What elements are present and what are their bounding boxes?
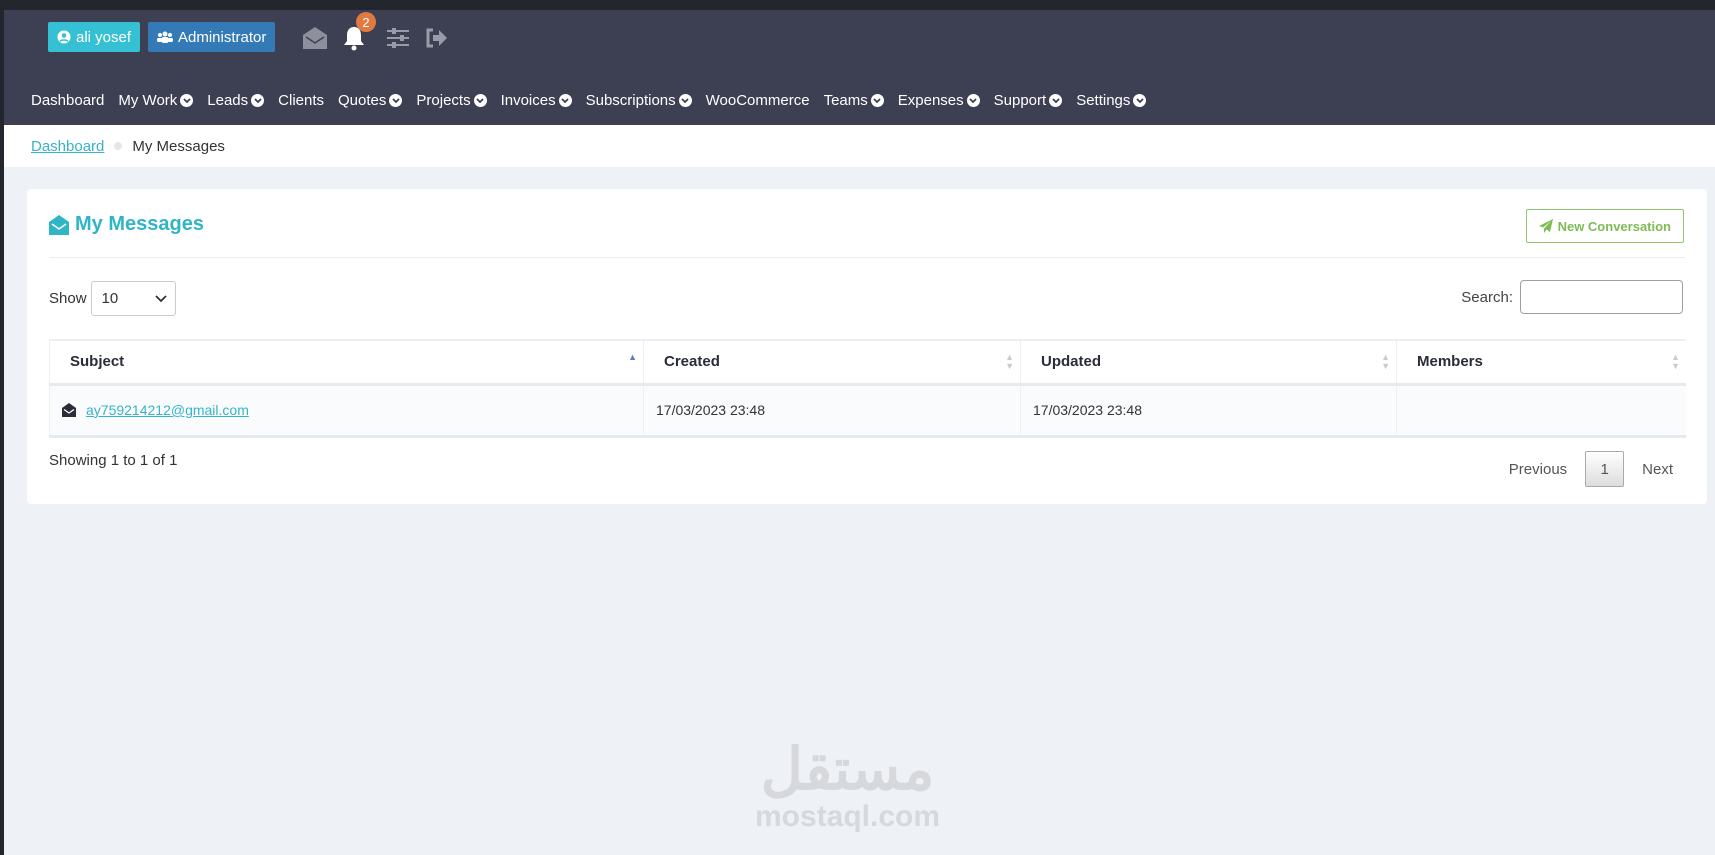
page-title: My Messages (49, 213, 204, 236)
cell-subject: ay759214212@gmail.com (49, 384, 644, 438)
top-header: ali yosef Administrator 2 Dashboard My Wo… (4, 10, 1715, 125)
column-header-updated[interactable]: Updated ▲ ▼ (1020, 339, 1397, 386)
nav-item-dashboard[interactable]: Dashboard (31, 92, 104, 109)
breadcrumb: Dashboard My Messages (4, 125, 1715, 167)
main-nav: Dashboard My Work Leads Clients Quotes Projec… (31, 92, 1147, 109)
column-label: Members (1417, 353, 1483, 371)
chevron-down-icon (678, 94, 692, 107)
user-circle-icon (57, 30, 71, 44)
column-label: Created (664, 353, 720, 371)
column-label: Subject (70, 353, 125, 371)
table-row[interactable]: ay759214212@gmail.com 17/03/2023 23:48 1… (49, 384, 1686, 438)
column-header-created[interactable]: Created ▲ ▼ (643, 339, 1021, 386)
watermark-latin: mostaql.com (755, 800, 941, 833)
nav-item-label: Quotes (338, 92, 387, 109)
next-page-button[interactable]: Next (1628, 461, 1687, 478)
chevron-down-icon (870, 94, 884, 107)
previous-page-button[interactable]: Previous (1495, 461, 1581, 478)
column-label: Updated (1041, 353, 1101, 371)
nav-item-expenses[interactable]: Expenses (898, 92, 980, 109)
chevron-down-icon (1133, 94, 1147, 107)
nav-item-projects[interactable]: Projects (416, 92, 487, 109)
page-size-control: Show 10 (49, 281, 176, 316)
nav-item-label: WooCommerce (705, 92, 810, 109)
column-header-subject[interactable]: Subject ▲ (49, 339, 644, 386)
chevron-down-icon (966, 94, 980, 107)
envelope-open-icon (62, 403, 76, 417)
search-control: Search: (1461, 280, 1683, 314)
messages-envelope-icon[interactable] (301, 24, 329, 52)
sliders-icon[interactable] (384, 24, 412, 52)
pagination: Previous 1 Next (1495, 451, 1687, 487)
search-label: Search: (1461, 288, 1513, 306)
conversation-link[interactable]: ay759214212@gmail.com (86, 402, 249, 418)
nav-item-label: My Work (118, 92, 178, 109)
new-conversation-button[interactable]: New Conversation (1525, 209, 1684, 243)
chevron-down-icon (389, 94, 403, 107)
new-conversation-label: New Conversation (1557, 218, 1671, 234)
chevron-down-icon (473, 94, 487, 107)
nav-item-label: Leads (207, 92, 249, 109)
nav-item-settings[interactable]: Settings (1076, 92, 1147, 109)
nav-item-woocommerce[interactable]: WooCommerce (706, 92, 810, 109)
role-label: Administrator (178, 28, 267, 46)
nav-item-label: Subscriptions (585, 92, 676, 109)
messages-table: Subject ▲ Created ▲ ▼ Updated ▲ ▼ Members ▲ ▼ a… (49, 339, 1686, 438)
nav-item-leads[interactable]: Leads (207, 92, 265, 109)
nav-item-invoices[interactable]: Invoices (501, 92, 572, 109)
logout-icon[interactable] (422, 24, 450, 52)
user-button[interactable]: ali yosef (48, 22, 141, 52)
user-name: ali yosef (76, 28, 132, 46)
breadcrumb-separator (114, 142, 123, 150)
nav-item-teams[interactable]: Teams (824, 92, 884, 109)
envelope-open-icon (49, 214, 69, 235)
search-input[interactable] (1520, 280, 1683, 314)
nav-item-label: Projects (416, 92, 471, 109)
sort-icon: ▲ ▼ (1671, 352, 1680, 371)
browser-top-strip (0, 0, 1715, 10)
nav-item-label: Dashboard (31, 92, 105, 109)
messages-card: My Messages New Conversation Show 10 Sea… (27, 189, 1707, 504)
chevron-down-icon (154, 294, 167, 302)
watermark-arabic: مستقل (760, 737, 935, 802)
breadcrumb-dashboard-link[interactable]: Dashboard (31, 138, 104, 155)
nav-item-label: Teams (823, 92, 868, 109)
column-header-members[interactable]: Members ▲ ▼ (1396, 339, 1686, 386)
cell-members (1396, 384, 1686, 438)
nav-item-quotes[interactable]: Quotes (338, 92, 403, 109)
chevron-down-icon (180, 94, 194, 107)
nav-item-label: Settings (1076, 92, 1131, 109)
chevron-down-icon (558, 94, 572, 107)
nav-item-label: Invoices (500, 92, 556, 109)
breadcrumb-current: My Messages (132, 137, 225, 155)
notification-badge: 2 (356, 12, 376, 32)
nav-item-clients[interactable]: Clients (278, 92, 324, 109)
paper-plane-icon (1538, 219, 1553, 233)
cell-created: 17/03/2023 23:48 (643, 384, 1021, 438)
nav-item-label: Clients (278, 92, 325, 109)
watermark-logo: مستقل mostaql.com (755, 740, 940, 834)
page-size-select[interactable]: 10 (90, 281, 176, 316)
role-button[interactable]: Administrator (148, 22, 276, 52)
sort-icon: ▲ ▼ (1381, 352, 1390, 371)
page-size-value: 10 (101, 290, 119, 307)
chevron-down-icon (251, 94, 265, 107)
divider (49, 257, 1685, 258)
nav-item-label: Expenses (897, 92, 964, 109)
nav-item-support[interactable]: Support (994, 92, 1063, 109)
cell-updated: 17/03/2023 23:48 (1020, 384, 1397, 438)
table-info: Showing 1 to 1 of 1 (49, 452, 178, 469)
nav-item-label: Support (993, 92, 1047, 109)
chevron-down-icon (1049, 94, 1063, 107)
sort-icon: ▲ ▼ (1005, 352, 1014, 371)
nav-item-subscriptions[interactable]: Subscriptions (586, 92, 692, 109)
users-icon (157, 31, 173, 43)
sort-asc-icon: ▲ (628, 352, 637, 362)
show-label: Show (49, 290, 87, 307)
page-title-text: My Messages (75, 213, 204, 235)
page-1-button[interactable]: 1 (1585, 451, 1625, 487)
nav-item-my-work[interactable]: My Work (118, 92, 194, 109)
